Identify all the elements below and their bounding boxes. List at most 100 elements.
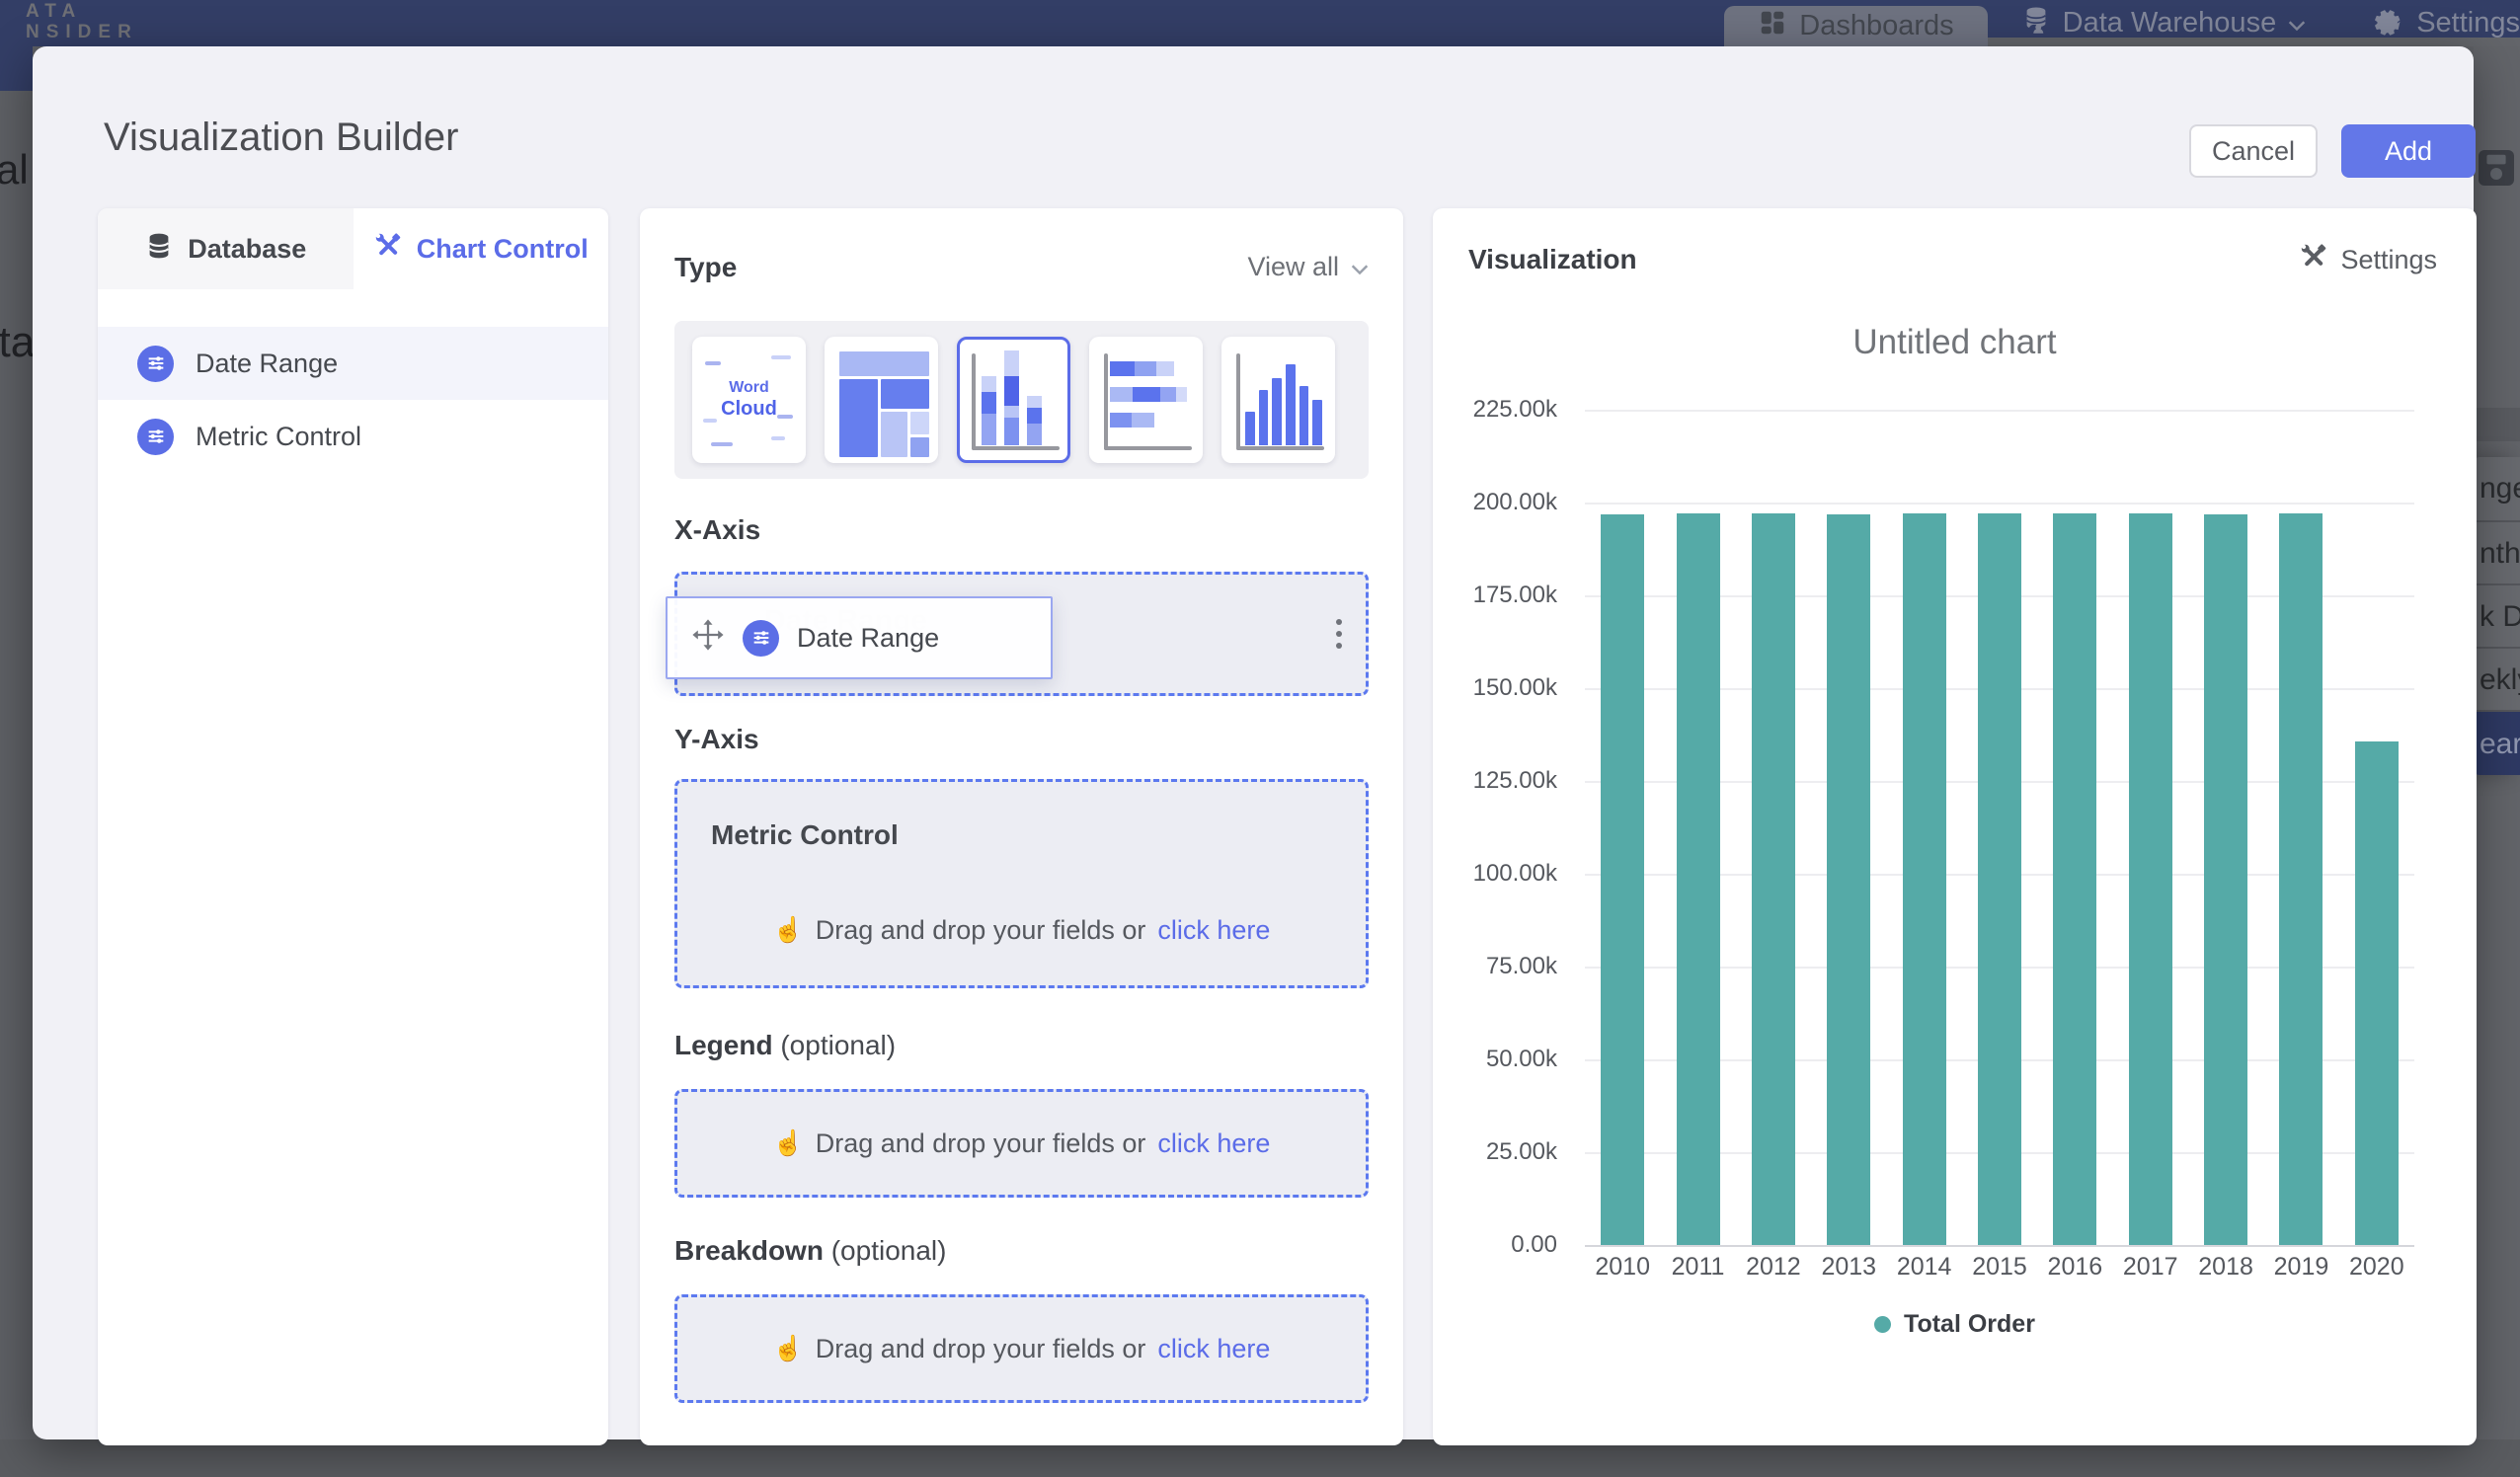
legend-dropzone[interactable]: ☝ Drag and drop your fields or click her… [674,1089,1369,1198]
gridline [1585,410,2414,412]
tap-hand-icon: ☝ [773,916,804,945]
background-dropdown-item: ekly [2474,647,2520,710]
tune-icon [743,620,779,657]
field-item-label: Metric Control [196,422,361,452]
tab-database[interactable]: Database [98,208,354,289]
y-tick-label: 25.00k [1486,1138,1557,1166]
breakdown-heading-label: Breakdown [674,1235,824,1266]
background-text-fragment: ota [0,318,35,367]
x-tick-label: 2013 [1809,1253,1888,1282]
bar-2012 [1752,513,1795,1245]
legend-optional-label: (optional) [780,1030,896,1060]
chart-type-column[interactable] [1221,337,1335,463]
legend-heading-label: Legend [674,1030,773,1060]
tab-label: Database [188,234,306,265]
breakdown-heading: Breakdown (optional) [674,1235,946,1267]
drop-hint: Drag and drop your fields or [816,1334,1146,1364]
chart-type-word-cloud[interactable]: Word Cloud [692,337,806,463]
chart-legend: Total Order [1433,1310,2477,1339]
x-tick-label: 2016 [2035,1253,2114,1282]
legend-marker [1874,1316,1891,1333]
x-tick-label: 2019 [2261,1253,2340,1282]
visualization-heading: Visualization [1468,244,1637,275]
gridline [1585,1245,2414,1247]
background-text-fragment: al [0,146,29,194]
tab-chart-control[interactable]: Chart Control [354,208,609,289]
app-logo: ATA NSIDER [26,1,138,42]
move-icon [691,618,725,659]
y-axis-zone-title: Metric Control [711,819,899,851]
chart-plot [1585,410,2414,1245]
dashboards-icon [1758,8,1787,45]
nav-item-data-warehouse[interactable]: Data Warehouse [1988,5,2340,42]
chart-type-stacked-column[interactable] [957,337,1070,463]
x-axis-heading: X-Axis [674,514,760,546]
nav-tab-label: Dashboards [1799,10,1953,42]
breakdown-dropzone[interactable]: ☝ Drag and drop your fields or click her… [674,1294,1369,1403]
click-here-link[interactable]: click here [1157,1128,1270,1159]
background-dropdown-item: k Date [2474,583,2520,647]
x-axis-field-chip[interactable]: Date Range [666,596,1053,679]
x-axis-dropzone[interactable]: Date Range Date Range [674,572,1369,696]
nav-items: Dashboards Data Warehouse Settings [1724,0,2520,46]
type-heading: Type [674,252,737,283]
bar-2017 [2129,513,2172,1245]
add-button[interactable]: Add [2341,124,2476,178]
tap-hand-icon: ☝ [773,1335,804,1363]
top-nav: ATA NSIDER Dashboards Data Warehouse Set… [0,0,2520,46]
nav-item-settings[interactable]: Settings [2339,4,2520,43]
legend-series-label: Total Order [1904,1310,2035,1339]
legend-heading: Legend (optional) [674,1030,896,1061]
field-item-metric-control[interactable]: Metric Control [98,400,608,473]
tools-icon [2299,242,2328,278]
chip-label: Date Range [797,623,939,654]
bar-2011 [1677,513,1720,1245]
bar-2019 [2279,513,2323,1245]
chart-title: Untitled chart [1433,323,2477,362]
chart-type-treemap[interactable] [825,337,938,463]
chart-type-stacked-bar[interactable] [1089,337,1203,463]
background-dropdown-item: nthly [2474,520,2520,583]
drop-hint: Drag and drop your fields or [816,1128,1146,1159]
background-left-strip [0,46,33,1439]
click-here-link[interactable]: click here [1157,915,1270,946]
cancel-button[interactable]: Cancel [2189,124,2318,178]
nav-item-label: Settings [2416,7,2520,39]
tab-label: Chart Control [417,234,589,265]
chart-settings-button[interactable]: Settings [2299,242,2437,278]
gear-icon [2373,4,2404,43]
bar-2014 [1903,513,1946,1245]
field-item-date-range[interactable]: Date Range [98,327,608,400]
y-tick-label: 0.00 [1511,1231,1557,1259]
chart-y-axis-labels: 225.00k200.00k175.00k150.00k125.00k100.0… [1433,410,1571,1245]
nav-item-label: Data Warehouse [2063,7,2277,39]
click-here-link[interactable]: click here [1157,1334,1270,1364]
x-tick-label: 2010 [1583,1253,1662,1282]
bar-2018 [2204,514,2247,1245]
y-axis-dropzone[interactable]: Metric Control ☝ Drag and drop your fiel… [674,779,1369,988]
nav-tab-dashboards[interactable]: Dashboards [1724,6,1987,46]
tune-icon [137,419,174,455]
background-dropdown: nge nthly k Date ekly ear [2474,457,2520,775]
bar-2015 [1978,513,2021,1245]
y-tick-label: 175.00k [1473,582,1557,609]
database-icon [144,231,174,268]
chart-type-strip: Word Cloud [674,321,1369,479]
view-all-label: View all [1247,252,1339,282]
background-dropdown-item: nge [2474,457,2520,520]
x-tick-label: 2020 [2337,1253,2416,1282]
y-tick-label: 50.00k [1486,1046,1557,1073]
kebab-menu-icon[interactable] [1336,619,1342,649]
chevron-down-icon [1351,252,1369,282]
database-user-icon [2021,5,2051,42]
chevron-down-icon [2288,7,2306,39]
fields-tabs: Database Chart Control [98,208,608,289]
x-tick-label: 2014 [1885,1253,1964,1282]
gridline [1585,503,2414,505]
drop-hint: Drag and drop your fields or [816,915,1146,946]
modal-title: Visualization Builder [104,116,458,160]
background-left-navy [0,46,33,91]
view-all-button[interactable]: View all [1247,252,1369,282]
bar-2013 [1827,514,1870,1245]
bar-2020 [2355,741,2399,1245]
